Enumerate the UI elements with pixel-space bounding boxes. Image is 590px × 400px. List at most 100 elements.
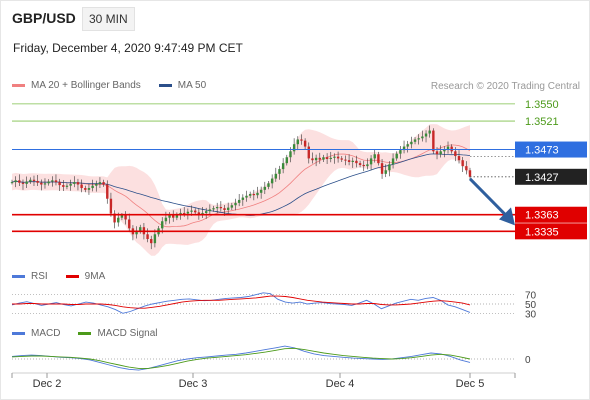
candle-body <box>245 195 248 198</box>
candle-body <box>32 179 36 181</box>
candle-body <box>109 198 113 214</box>
candle-body <box>106 184 109 199</box>
candle-body <box>300 139 303 141</box>
candle-body <box>406 144 409 147</box>
candle-body <box>292 144 296 152</box>
candle-body <box>21 182 25 184</box>
candle-body <box>223 208 226 210</box>
candle-body <box>95 183 98 186</box>
level-label-4: 1.3363 <box>525 210 559 222</box>
candle-body <box>391 158 395 165</box>
candle-body <box>380 163 384 174</box>
candle-body <box>384 170 387 174</box>
candle-body <box>186 211 190 214</box>
candle-body <box>465 166 468 171</box>
candle-body <box>421 136 424 139</box>
level-label-5: 1.3335 <box>525 226 559 238</box>
candle-body <box>14 180 17 183</box>
candle-body <box>183 212 186 214</box>
candle-body <box>80 184 83 189</box>
candle-body <box>424 133 428 137</box>
candle-body <box>25 181 28 184</box>
candle-body <box>10 182 14 184</box>
candle-body <box>377 154 380 164</box>
candle-body <box>172 215 175 218</box>
candle-body <box>65 185 69 187</box>
x-tick-label-3: Dec 5 <box>456 378 485 390</box>
candle-body <box>274 173 278 179</box>
candle-body <box>128 219 131 229</box>
candle-body <box>347 160 351 162</box>
candle-body <box>468 170 472 177</box>
candle-body <box>325 157 329 160</box>
price-chart: 1.35501.35211.34731.34271.33631.33357050… <box>10 99 587 390</box>
candle-body <box>168 215 171 218</box>
candle-body <box>161 221 164 229</box>
candle-body <box>435 151 439 155</box>
bollinger-band <box>12 124 470 256</box>
candle-body <box>303 140 307 147</box>
candle-body <box>399 150 402 154</box>
candle-body <box>29 179 32 182</box>
candle-body <box>230 205 234 208</box>
candle-body <box>461 160 464 167</box>
candle-body <box>439 151 442 155</box>
candle-body <box>84 188 87 190</box>
candle-body <box>270 178 274 184</box>
candle-body <box>281 163 285 170</box>
candle-body <box>388 164 391 171</box>
candle-body <box>432 130 435 152</box>
candle-body <box>340 158 343 160</box>
candle-body <box>120 215 124 218</box>
candle-body <box>102 182 105 185</box>
x-tick-label-0: Dec 2 <box>33 378 62 390</box>
candle-body <box>417 138 420 140</box>
x-tick-label-2: Dec 4 <box>326 378 355 390</box>
candle-body <box>428 130 431 134</box>
candle-body <box>194 210 197 213</box>
candle-body <box>413 139 417 142</box>
candle-body <box>153 234 157 244</box>
candle-body <box>329 157 332 160</box>
candle-body <box>234 202 237 206</box>
candle-body <box>117 217 120 223</box>
candle-body <box>98 182 102 184</box>
candle-body <box>18 180 21 183</box>
candle-body <box>124 215 127 220</box>
candle-body <box>322 157 325 160</box>
candle-body <box>215 207 219 209</box>
candle-body <box>278 169 281 174</box>
candle-body <box>351 160 354 162</box>
candle-body <box>47 181 50 184</box>
level-label-3: 1.3427 <box>525 172 559 184</box>
candle-body <box>373 154 376 159</box>
candle-body <box>344 159 347 161</box>
candle-body <box>237 199 241 203</box>
candle-body <box>355 160 358 164</box>
candle-body <box>307 146 310 159</box>
candle-body <box>410 141 413 145</box>
macd-signal-line <box>11 347 471 369</box>
candle-body <box>58 182 61 186</box>
candle-body <box>450 146 453 152</box>
candle-body <box>362 164 365 167</box>
level-label-1: 1.3521 <box>525 116 559 128</box>
candle-body <box>87 188 91 190</box>
level-label-0: 1.3550 <box>525 99 559 111</box>
candle-body <box>73 182 76 184</box>
candle-body <box>336 156 340 159</box>
candle-body <box>333 156 336 158</box>
level-label-2: 1.3473 <box>525 145 559 157</box>
candle-body <box>369 158 373 165</box>
candle-body <box>311 158 314 161</box>
rsi-line <box>11 292 471 314</box>
candle-body <box>43 183 47 185</box>
candle-body <box>252 193 256 196</box>
x-tick-label-1: Dec 3 <box>179 378 208 390</box>
candle-body <box>91 185 94 189</box>
candle-body <box>150 239 153 244</box>
candle-body <box>146 234 149 240</box>
candle-body <box>457 156 461 161</box>
rsi-level-label-30: 30 <box>525 309 537 320</box>
candle-body <box>69 183 72 186</box>
